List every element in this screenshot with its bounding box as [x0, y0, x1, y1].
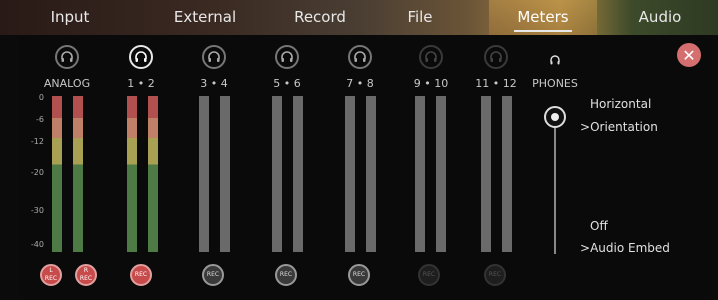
- meter-analog-left: [52, 96, 62, 252]
- tab-audio[interactable]: Audio: [620, 0, 700, 35]
- scale-label: -12: [30, 137, 44, 146]
- rec-label: REC: [206, 271, 220, 278]
- headphone-icon: [135, 51, 147, 62]
- monitor-7-8-headphone-icon[interactable]: [348, 45, 372, 69]
- tab-input[interactable]: Input: [30, 0, 110, 35]
- rec-button-11-12[interactable]: REC: [484, 264, 506, 286]
- meter-1: [127, 96, 137, 252]
- rec-label: REC: [44, 275, 58, 282]
- headphone-icon: [354, 51, 366, 62]
- chevron-right-icon: >: [580, 120, 591, 134]
- meter-7: [345, 96, 355, 252]
- rec-label: REC: [488, 271, 502, 278]
- rec-label: REC: [134, 271, 148, 278]
- audio-embed-setting[interactable]: >Audio Embed: [580, 241, 670, 255]
- tab-bar: Input External Record File Meters Audio: [0, 0, 718, 35]
- scale-label: -20: [30, 168, 44, 177]
- scale-label: 0: [38, 93, 44, 102]
- headphone-icon: [61, 51, 73, 62]
- tab-file[interactable]: File: [390, 0, 450, 35]
- rec-label: REC: [422, 271, 436, 278]
- rec-button-7-8[interactable]: REC: [348, 264, 370, 286]
- scale-label: -40: [30, 240, 44, 249]
- headphone-icon: [425, 51, 437, 62]
- scale-label: -6: [36, 115, 44, 124]
- rec-button-9-10[interactable]: REC: [418, 264, 440, 286]
- rec-channel-letter: R: [83, 267, 89, 274]
- rec-button-5-6[interactable]: REC: [275, 264, 297, 286]
- meter-9: [415, 96, 425, 252]
- audio-embed-value: Off: [590, 219, 608, 233]
- phones-volume-slider-track[interactable]: [554, 110, 556, 254]
- chevron-right-icon: >: [580, 241, 591, 255]
- scale-label: -30: [30, 206, 44, 215]
- channel-label-11-12: 11 • 12: [475, 77, 517, 90]
- monitor-3-4-headphone-icon[interactable]: [202, 45, 226, 69]
- meter-6: [293, 96, 303, 252]
- channel-label-5-6: 5 • 6: [273, 77, 301, 90]
- tab-external[interactable]: External: [160, 0, 250, 35]
- headphone-icon: [208, 51, 220, 62]
- tab-meters[interactable]: Meters: [500, 0, 586, 35]
- channel-label-3-4: 3 • 4: [200, 77, 228, 90]
- rec-channel-letter: L: [49, 267, 53, 274]
- meter-12: [502, 96, 512, 252]
- tab-record[interactable]: Record: [280, 0, 360, 35]
- phones-headphone-icon: [548, 52, 562, 66]
- meter-analog-right: [73, 96, 83, 252]
- channel-label-analog: ANALOG: [43, 77, 91, 90]
- channel-label-7-8: 7 • 8: [346, 77, 374, 90]
- meter-10: [436, 96, 446, 252]
- meter-11: [481, 96, 491, 252]
- monitor-9-10-headphone-icon[interactable]: [419, 45, 443, 69]
- orientation-setting[interactable]: >Orientation: [580, 120, 658, 134]
- meter-4: [220, 96, 230, 252]
- monitor-analog-headphone-icon[interactable]: [55, 45, 79, 69]
- meter-5: [272, 96, 282, 252]
- headphone-icon: [281, 51, 293, 62]
- close-icon: ✕: [682, 45, 696, 65]
- monitor-1-2-headphone-icon[interactable]: [129, 45, 153, 69]
- rec-button-1-2[interactable]: REC: [130, 264, 152, 286]
- orientation-label: Orientation: [590, 120, 658, 134]
- close-button[interactable]: ✕: [677, 43, 701, 67]
- monitor-11-12-headphone-icon[interactable]: [484, 45, 508, 69]
- rec-label: REC: [352, 271, 366, 278]
- phones-volume-slider-handle[interactable]: [544, 106, 566, 128]
- phones-label: PHONES: [532, 77, 578, 90]
- rec-button-3-4[interactable]: REC: [202, 264, 224, 286]
- meter-3: [199, 96, 209, 252]
- channel-label-1-2: 1 • 2: [127, 77, 155, 90]
- rec-button-analog-right[interactable]: R REC: [75, 264, 97, 286]
- rec-label: REC: [79, 275, 93, 282]
- audio-embed-label: Audio Embed: [590, 241, 670, 255]
- monitor-5-6-headphone-icon[interactable]: [275, 45, 299, 69]
- rec-button-analog-left[interactable]: L REC: [40, 264, 62, 286]
- meter-8: [366, 96, 376, 252]
- channel-label-9-10: 9 • 10: [413, 77, 449, 90]
- orientation-value: Horizontal: [590, 97, 652, 111]
- rec-label: REC: [279, 271, 293, 278]
- headphone-icon: [490, 51, 502, 62]
- meter-2: [148, 96, 158, 252]
